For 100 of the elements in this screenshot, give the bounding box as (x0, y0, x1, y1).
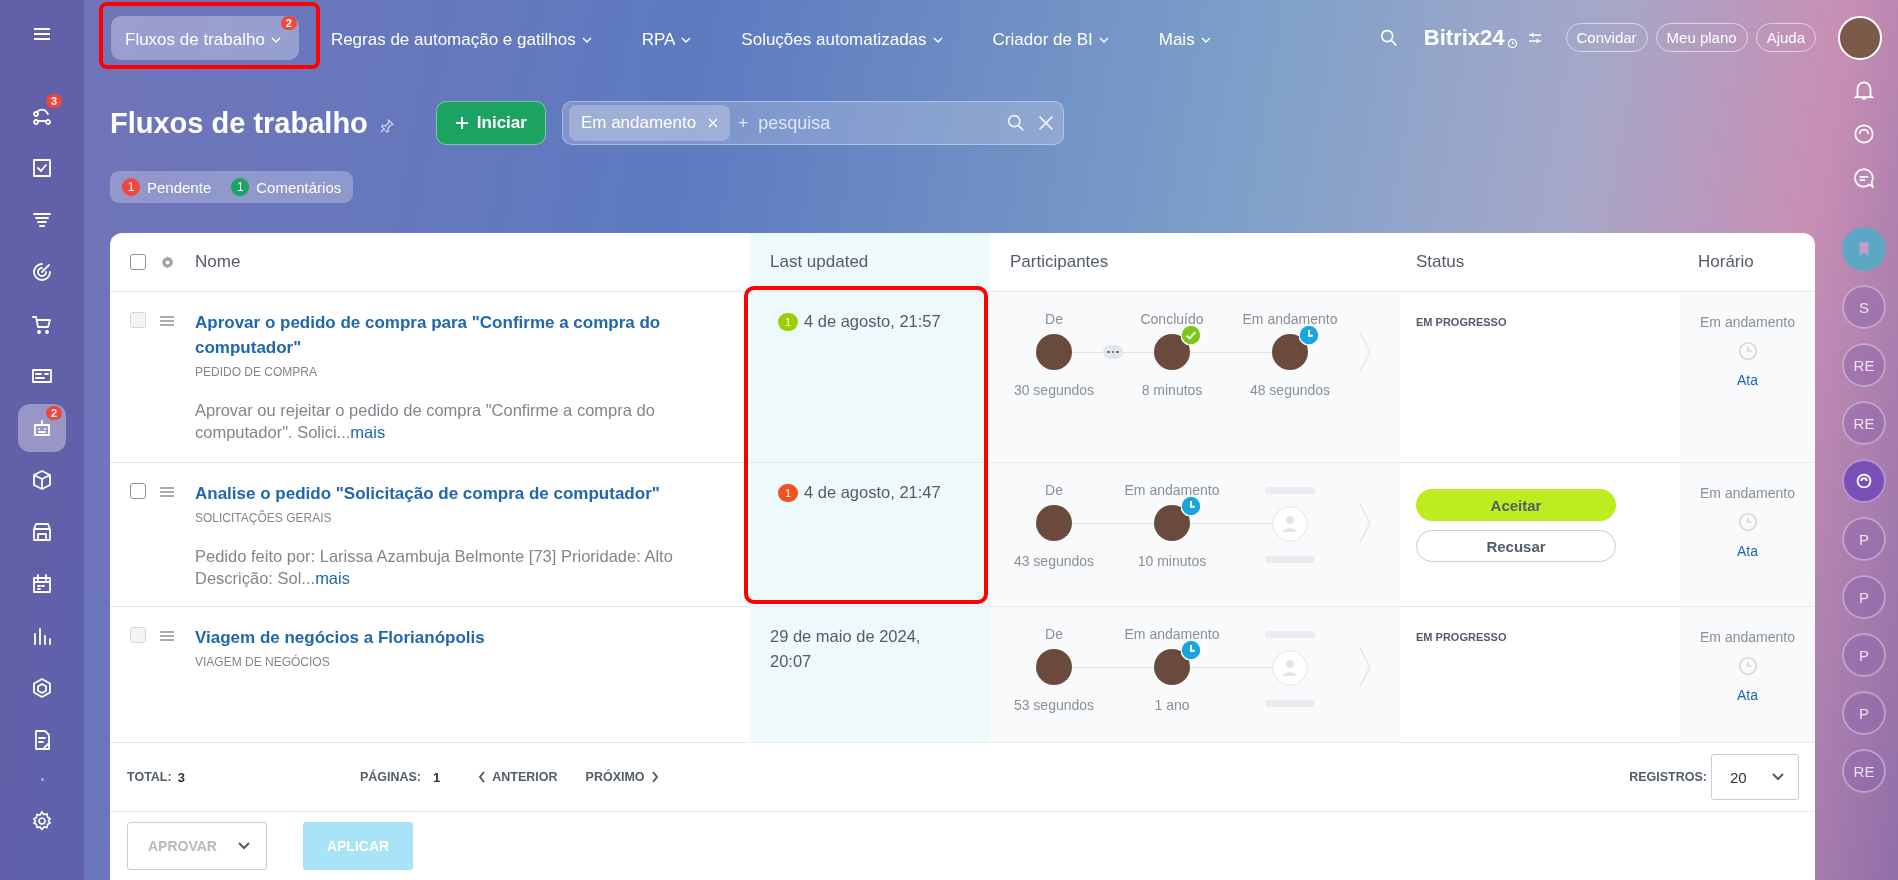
caret-icon (581, 36, 592, 43)
accept-button[interactable]: Aceitar (1416, 489, 1616, 521)
count-badge: 1 (122, 178, 140, 196)
clock-icon (1736, 655, 1759, 677)
duration-label: 53 segundos (1013, 697, 1095, 713)
settings-icon[interactable] (159, 253, 176, 271)
reject-button[interactable]: Recusar (1416, 530, 1616, 562)
counter-label[interactable]: Pendente (147, 178, 212, 196)
chat-avatar[interactable]: RE (1842, 343, 1886, 387)
notification-badge: 2 (280, 15, 297, 30)
nav-tab[interactable]: Regras de automação e gatilhos (316, 15, 610, 60)
column-header[interactable]: Nome (195, 233, 750, 291)
chat-group-button[interactable] (1842, 459, 1886, 503)
chat-avatar[interactable]: RE (1842, 401, 1886, 445)
duration-label: 43 segundos (1013, 553, 1095, 569)
description-text: Aprovar ou rejeitar o pedido de compra "Confirme a compra do computador". Solici...mais (195, 400, 656, 443)
workflow-title[interactable]: Analise o pedido "Solicitação de compra de computador" (195, 481, 738, 506)
stage-label: Em andamento (1124, 481, 1220, 499)
clock-icon (1181, 640, 1201, 660)
avatar[interactable] (1036, 505, 1072, 541)
nav-tab[interactable]: RPA (627, 15, 710, 60)
avatar[interactable] (1154, 505, 1190, 541)
sidebar-item[interactable]: 3 (18, 92, 66, 140)
duration-label: 1 ano (1154, 697, 1190, 713)
clock-icon (1736, 340, 1759, 362)
caret-icon (1200, 36, 1211, 43)
brand-logo: Bitrix24 (1423, 24, 1505, 51)
drag-handle-icon[interactable] (159, 630, 175, 642)
time-label: Em andamento (1700, 629, 1795, 645)
column-header[interactable]: Status (1400, 233, 1680, 291)
updated-date: 4 de agosto, 21:47 (804, 482, 941, 503)
total-label: TOTAL: (127, 770, 172, 784)
chat-avatar[interactable]: P (1842, 633, 1886, 677)
minutes-link[interactable]: Ata (1737, 543, 1758, 559)
category-label: VIAGEM DE NEGÓCIOS (195, 655, 331, 669)
more-link[interactable]: mais (315, 569, 350, 587)
chevron-right-icon (650, 771, 659, 783)
nav-tab[interactable]: Soluções automatizadas (727, 15, 961, 60)
column-header[interactable]: Last updated (750, 233, 990, 291)
nav-tab[interactable]: Fluxos de trabalho 2 (111, 15, 299, 60)
settings-icon[interactable] (30, 809, 54, 833)
stage-label: De (1045, 481, 1063, 499)
checkbox[interactable] (130, 483, 146, 499)
pages-label: PÁGINAS: (359, 770, 422, 784)
chat-icon[interactable] (1851, 165, 1877, 191)
box-icon (30, 468, 54, 492)
caret-icon (238, 842, 250, 850)
calendar-icon (30, 572, 54, 596)
drag-handle-icon[interactable] (159, 315, 175, 327)
next-link[interactable]: PRÓXIMO (585, 770, 659, 784)
total-count: 3 (177, 769, 185, 785)
time-label: Em andamento (1700, 314, 1795, 330)
nav-tab[interactable]: Mais (1144, 15, 1229, 60)
checkbox[interactable] (130, 254, 146, 270)
clock-icon (1181, 496, 1201, 516)
chat-avatar[interactable]: P (1842, 575, 1886, 619)
records-select[interactable]: 20 (1711, 754, 1799, 800)
duration-label: 30 segundos (1013, 382, 1095, 398)
page-number[interactable]: 1 (433, 769, 441, 785)
caret-icon (1772, 773, 1784, 781)
count-badge: 1 (778, 313, 798, 331)
target-icon (30, 260, 54, 284)
plus-sign: + (738, 113, 749, 133)
stage-label: Em andamento (1124, 625, 1220, 643)
nav-tab[interactable]: Criador de BI (978, 15, 1127, 60)
stage-label: Em andamento (1242, 310, 1338, 328)
stage-label: Concluído (1140, 310, 1204, 328)
notification-badge: 2 (45, 406, 62, 420)
caret-icon (681, 36, 692, 43)
caret-icon (1098, 36, 1109, 43)
stage-label: De (1045, 310, 1063, 328)
sidebar-item[interactable]: 2 (18, 404, 66, 452)
drag-handle-icon[interactable] (159, 486, 175, 498)
start-button[interactable]: Iniciar (435, 101, 546, 145)
category-label: PEDIDO DE COMPRA (195, 365, 318, 379)
duration-label: 8 minutos (1141, 382, 1203, 398)
column-header[interactable]: Horário (1680, 233, 1815, 291)
column-header[interactable]: Participantes (990, 233, 1400, 291)
time-label: Em andamento (1700, 485, 1795, 501)
updated-date: 29 de maio de 2024, 20:07 (770, 626, 922, 672)
previous-link[interactable]: ANTERIOR (478, 770, 558, 784)
chat-avatar[interactable]: P (1842, 517, 1886, 561)
filter-chip[interactable]: Em andamento (568, 105, 731, 141)
checkbox-icon (30, 156, 54, 180)
clock-icon (1736, 511, 1759, 533)
duration-label: 10 minutos (1137, 553, 1207, 569)
user-avatar[interactable] (1838, 15, 1882, 60)
notification-badge: 3 (45, 94, 62, 108)
status-label: EM PROGRESSO (1416, 631, 1507, 643)
counter-label[interactable]: Comentários (256, 178, 342, 196)
duration-label: 48 segundos (1249, 382, 1331, 398)
description-text: Pedido feito por: Larissa Azambuja Belmonte [73] Prioridade: Alto Descrição: Sol...mais (195, 546, 674, 589)
status-label: EM PROGRESSO (1416, 316, 1507, 328)
chat-avatar[interactable]: S (1842, 285, 1886, 329)
check-icon (1181, 325, 1201, 345)
chat-avatar[interactable]: P (1842, 691, 1886, 735)
updated-date: 4 de agosto, 21:57 (804, 311, 941, 332)
store-icon (30, 520, 54, 544)
search-field[interactable]: Em andamento + pesquisa (561, 101, 1064, 145)
chat-avatar[interactable]: RE (1842, 749, 1886, 793)
